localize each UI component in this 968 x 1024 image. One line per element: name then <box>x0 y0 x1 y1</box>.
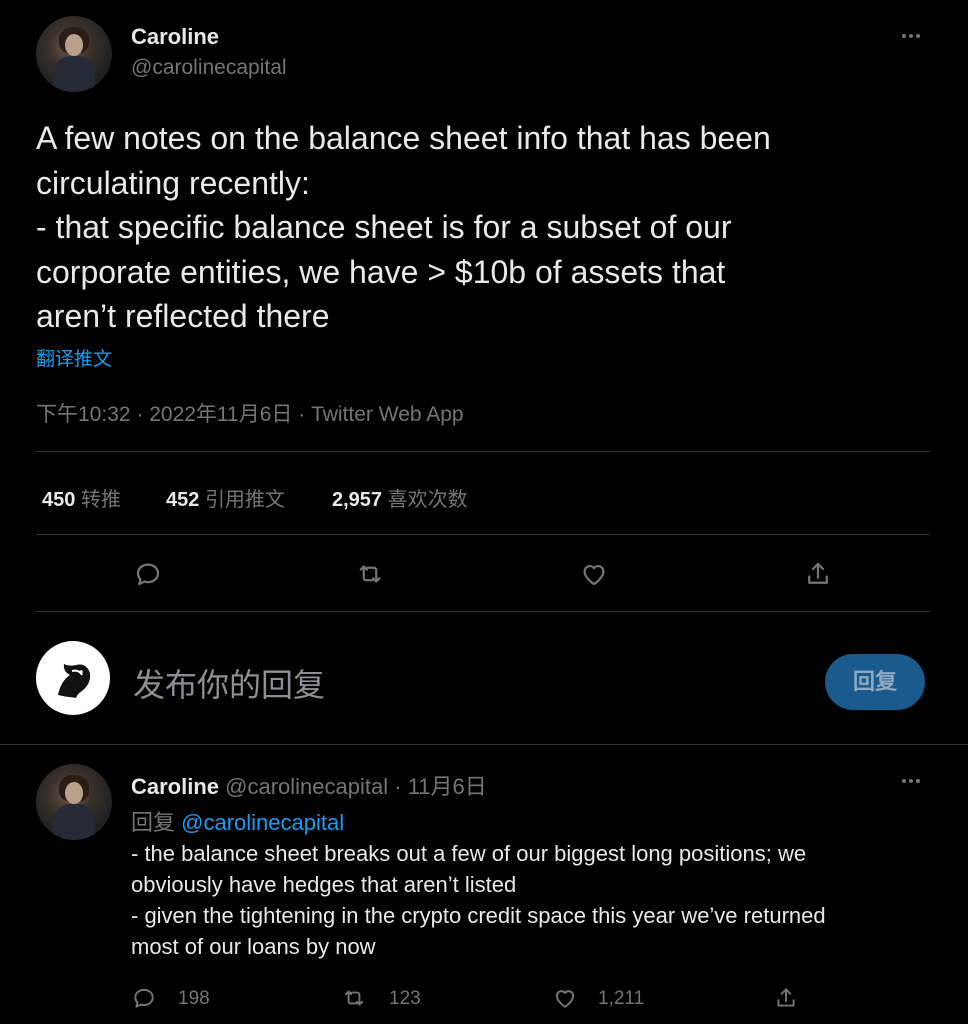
reply-button[interactable]: 回复 <box>825 654 925 710</box>
likes-stat[interactable]: 2,957 喜欢次数 <box>332 483 468 512</box>
reply-reply-count: 198 <box>178 988 210 1009</box>
share-icon[interactable] <box>803 559 833 589</box>
translate-tweet-link[interactable]: 翻译推文 <box>36 344 112 371</box>
reply-share-icon[interactable] <box>773 985 799 1011</box>
quotes-count: 452 <box>166 489 200 511</box>
reply-input[interactable]: 发布你的回复 <box>133 660 325 706</box>
replying-to-handle[interactable]: @carolinecapital <box>181 810 344 835</box>
retweets-count: 450 <box>42 489 76 511</box>
reply-icon[interactable] <box>133 559 163 589</box>
quotes-stat[interactable]: 452 引用推文 <box>166 483 285 512</box>
author-avatar[interactable] <box>36 16 112 92</box>
reply-author-handle[interactable]: @carolinecapital <box>225 774 388 799</box>
user-avatar[interactable] <box>36 641 110 715</box>
reply-reply-icon[interactable] <box>131 985 157 1011</box>
replying-to-label: 回复 <box>131 810 176 835</box>
retweet-icon[interactable] <box>354 559 386 589</box>
divider <box>36 611 930 612</box>
divider <box>36 534 930 535</box>
like-icon[interactable] <box>579 559 609 589</box>
reply-retweet-icon[interactable] <box>340 985 368 1011</box>
quotes-label: 引用推文 <box>204 489 285 511</box>
retweets-stat[interactable]: 450 转推 <box>42 483 121 512</box>
retweets-label: 转推 <box>80 489 121 511</box>
reply-author-avatar[interactable] <box>36 764 112 840</box>
reply-retweet-count: 123 <box>389 988 421 1009</box>
tweet-timestamp[interactable]: 下午10:32 · 2022年11月6日 · Twitter Web App <box>36 398 464 428</box>
likes-count: 2,957 <box>332 489 383 511</box>
tweet-text: A few notes on the balance sheet info th… <box>36 120 771 334</box>
reply-like-count: 1,211 <box>598 988 645 1009</box>
divider <box>0 744 968 745</box>
author-display-name[interactable]: Caroline <box>131 24 219 50</box>
author-handle[interactable]: @carolinecapital <box>131 56 287 80</box>
reply-more-icon[interactable] <box>902 779 920 783</box>
divider <box>36 451 930 452</box>
reply-author-display-name[interactable]: Caroline <box>131 774 219 799</box>
likes-label: 喜欢次数 <box>387 489 468 511</box>
horse-logo-icon <box>58 664 91 698</box>
reply-text: - the balance sheet breaks out a few of … <box>131 841 826 959</box>
more-icon[interactable] <box>902 34 920 38</box>
replying-to: 回复 @carolinecapital <box>131 805 344 837</box>
reply-date[interactable]: · 11月6日 <box>394 774 487 799</box>
reply-header: Caroline @carolinecapital · 11月6日 <box>131 769 487 801</box>
reply-like-icon[interactable] <box>552 985 578 1011</box>
